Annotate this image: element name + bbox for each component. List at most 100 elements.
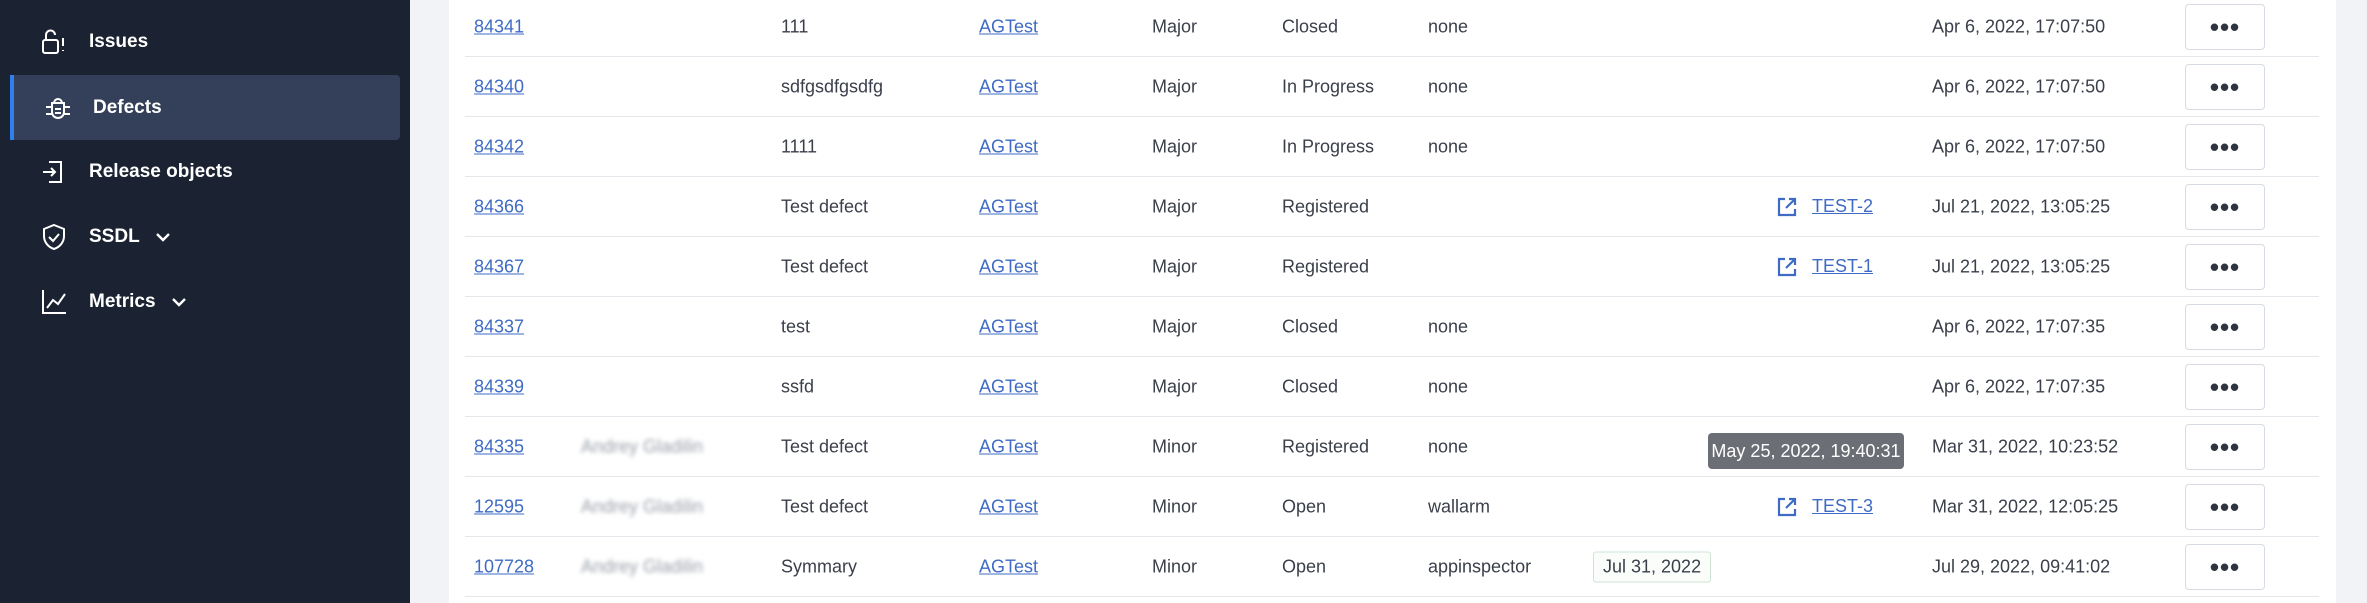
created-date: Apr 6, 2022, 17:07:35 <box>1932 376 2106 396</box>
status-value: Registered <box>1282 256 1370 276</box>
severity-value: Minor <box>1152 436 1198 456</box>
status-value: Open <box>1282 556 1327 576</box>
row-actions-button[interactable]: ••• <box>2185 303 2265 350</box>
project-link[interactable]: AGTest <box>979 316 1038 337</box>
status-value: Registered <box>1282 196 1370 216</box>
tracker-key[interactable]: TEST-2 <box>1812 196 1873 217</box>
created-date: Jul 21, 2022, 13:05:25 <box>1932 256 2111 276</box>
defects-table: 84341 111 AGTest Major Closed none Apr 6, 2022… <box>449 0 2336 603</box>
tracker-link[interactable]: TEST-1 <box>1776 256 1873 278</box>
table-row: 84341 111 AGTest Major Closed none Apr 6, 2022… <box>465 0 2319 57</box>
table-row: 84340 sdfgsdfgsdfg AGTest Major In Progress n… <box>465 57 2319 117</box>
severity-value: Major <box>1152 196 1198 216</box>
bug-icon <box>46 97 70 119</box>
tracker-link[interactable]: TEST-3 <box>1776 496 1873 518</box>
created-date: Apr 6, 2022, 17:07:50 <box>1932 136 2106 156</box>
scanner-value: none <box>1428 16 1469 36</box>
project-link[interactable]: AGTest <box>979 376 1038 397</box>
row-actions-button[interactable]: ••• <box>2185 63 2265 110</box>
sidebar-item-release-objects[interactable]: Release objects <box>10 139 400 204</box>
defect-id-link[interactable]: 84342 <box>474 136 524 157</box>
defect-id-link[interactable]: 84367 <box>474 256 524 277</box>
status-value: In Progress <box>1282 136 1375 156</box>
status-value: Closed <box>1282 316 1339 336</box>
shield-check-icon <box>43 223 65 250</box>
table-row: 107728 Andrey Gladilin Symmary AGTest Minor O… <box>465 537 2319 597</box>
row-actions-button[interactable]: ••• <box>2185 243 2265 290</box>
scanner-value: appinspector <box>1428 556 1532 576</box>
due-date-badge: Jul 31, 2022 <box>1593 551 1712 582</box>
project-link[interactable]: AGTest <box>979 76 1038 97</box>
sidebar-item-label: Issues <box>89 30 149 52</box>
created-date: Apr 6, 2022, 17:07:50 <box>1932 76 2106 96</box>
defect-title: Symmary <box>781 556 857 576</box>
sidebar-item-label: Release objects <box>89 160 233 182</box>
project-link[interactable]: AGTest <box>979 256 1038 277</box>
defect-id-link[interactable]: 84341 <box>474 16 524 37</box>
external-link-icon <box>1777 257 1797 276</box>
external-link-icon <box>1777 497 1797 516</box>
defect-title: test <box>781 316 811 336</box>
row-actions-button[interactable]: ••• <box>2185 483 2265 530</box>
scanner-value: none <box>1428 436 1469 456</box>
sidebar-item-label: Metrics <box>89 291 188 313</box>
assignee-name: Andrey Gladilin <box>581 496 704 516</box>
severity-value: Major <box>1152 76 1198 96</box>
severity-value: Major <box>1152 256 1198 276</box>
project-link[interactable]: AGTest <box>979 556 1038 577</box>
defect-id-link[interactable]: 84335 <box>474 436 524 457</box>
chart-line-icon <box>42 289 66 314</box>
status-value: In Progress <box>1282 76 1375 96</box>
created-date: Jul 29, 2022, 09:41:02 <box>1932 556 2111 576</box>
defect-id-link[interactable]: 84337 <box>474 316 524 337</box>
tracker-link[interactable]: TEST-2 <box>1776 196 1873 218</box>
scanner-value: none <box>1428 316 1469 336</box>
defect-title: Test defect <box>781 436 869 456</box>
defect-id-link[interactable]: 84366 <box>474 196 524 217</box>
scanner-value: wallarm <box>1428 496 1491 516</box>
severity-value: Major <box>1152 136 1198 156</box>
row-actions-button[interactable]: ••• <box>2185 363 2265 410</box>
row-actions-button[interactable]: ••• <box>2185 183 2265 230</box>
defect-id-link[interactable]: 12595 <box>474 496 524 517</box>
tracker-key[interactable]: TEST-1 <box>1812 256 1873 277</box>
table-row: 84367 Test defect AGTest Major Registered TES… <box>465 237 2319 297</box>
defect-title: sdfgsdfgsdfg <box>781 76 884 96</box>
ssdl-label: SSDL <box>89 225 140 247</box>
row-actions-button[interactable]: ••• <box>2185 123 2265 170</box>
created-date: Mar 31, 2022, 10:23:52 <box>1932 436 2119 456</box>
row-actions-button[interactable]: ••• <box>2185 3 2265 50</box>
sidebar-item-issues[interactable]: Issues <box>10 9 400 74</box>
metrics-label: Metrics <box>89 290 156 312</box>
sidebar-item-ssdl[interactable]: SSDL <box>10 204 400 269</box>
severity-value: Major <box>1152 316 1198 336</box>
project-link[interactable]: AGTest <box>979 16 1038 37</box>
tracker-key[interactable]: TEST-3 <box>1812 496 1873 517</box>
scanner-value: none <box>1428 76 1469 96</box>
project-link[interactable]: AGTest <box>979 196 1038 217</box>
assignee-name: Andrey Gladilin <box>581 436 704 456</box>
project-link[interactable]: AGTest <box>979 136 1038 157</box>
table-row: 84337 test AGTest Major Closed none Apr 6, 202… <box>465 297 2319 357</box>
defect-id-link[interactable]: 84340 <box>474 76 524 97</box>
sidebar-item-metrics[interactable]: Metrics <box>10 269 400 334</box>
sidebar-item-label: SSDL <box>89 226 172 248</box>
scanner-value: none <box>1428 376 1469 396</box>
defect-id-link[interactable]: 107728 <box>474 556 534 577</box>
defect-id-link[interactable]: 84339 <box>474 376 524 397</box>
defect-title: ssfd <box>781 376 815 396</box>
chevron-down-icon <box>155 232 170 242</box>
row-actions-button[interactable]: ••• <box>2185 543 2265 590</box>
project-link[interactable]: AGTest <box>979 436 1038 457</box>
defect-title: Test defect <box>781 196 869 216</box>
assignee-name: Andrey Gladilin <box>581 556 704 576</box>
row-actions-button[interactable]: ••• <box>2185 423 2265 470</box>
table-row: 84339 ssfd AGTest Major Closed none Apr 6, 202… <box>465 357 2319 417</box>
date-tooltip: May 25, 2022, 19:40:31 <box>1708 433 1904 469</box>
chevron-down-icon <box>171 297 186 307</box>
sidebar: Issues Defects Release objects SSDL Metr… <box>0 0 410 603</box>
sidebar-item-defects[interactable]: Defects <box>10 75 400 140</box>
project-link[interactable]: AGTest <box>979 496 1038 517</box>
table-row: 84335 Andrey Gladilin Test defect AGTest Min… <box>465 417 2319 477</box>
table-row: 12595 Andrey Gladilin Test defect AGTest Min… <box>465 477 2319 537</box>
